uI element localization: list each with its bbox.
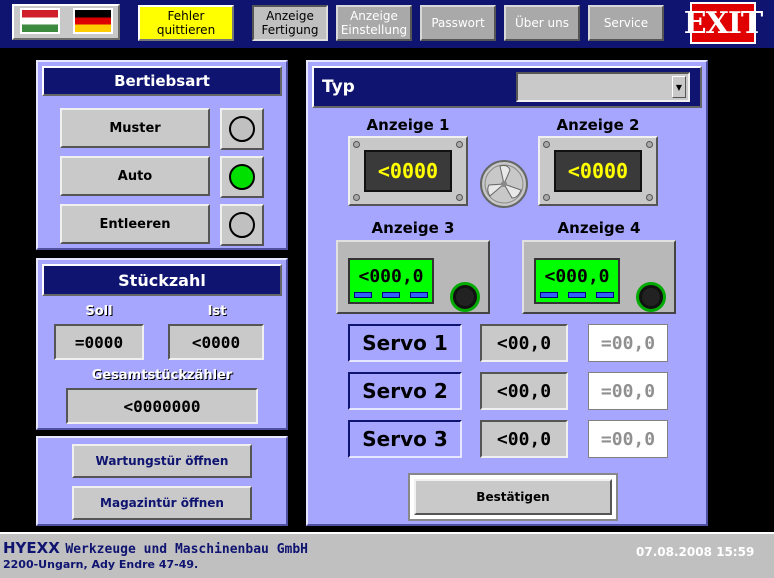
anzeige-4-value: <000,0 xyxy=(544,266,610,287)
servo-1-actual: <00,0 xyxy=(480,324,568,362)
anzeige-1-display: <0000 xyxy=(348,136,468,206)
anzeige-fertigung-button[interactable]: Anzeige Fertigung xyxy=(252,5,328,41)
wartungstuer-button[interactable]: Wartungstür öffnen xyxy=(72,444,252,478)
servo-2-actual: <00,0 xyxy=(480,372,568,410)
anzeige-2-display: <0000 xyxy=(538,136,658,206)
anzeige-4-knob-icon xyxy=(636,282,666,312)
servo-2-setpoint[interactable]: =00,0 xyxy=(588,372,668,410)
muster-button[interactable]: Muster xyxy=(60,108,210,148)
anzeige-2-value: <0000 xyxy=(554,150,642,192)
anzeige-4-label: Anzeige 4 xyxy=(557,219,641,237)
fan-icon xyxy=(480,160,528,208)
company-address: 2200-Ungarn, Ady Endre 47-49. xyxy=(3,558,199,571)
magazintuer-button[interactable]: Magazintür öffnen xyxy=(72,486,252,520)
ist-label: Ist xyxy=(207,304,227,319)
service-button[interactable]: Service xyxy=(588,5,664,41)
entleeren-lamp-icon xyxy=(229,212,255,238)
anzeige-1-value: <0000 xyxy=(364,150,452,192)
servo-2-label: Servo 2 xyxy=(348,372,462,410)
gesamt-label: Gesamtstückzähler xyxy=(91,368,233,383)
muster-lamp-icon xyxy=(229,116,255,142)
muster-lamp-box xyxy=(220,108,264,150)
auto-lamp-box xyxy=(220,156,264,198)
ueber-uns-button[interactable]: Über uns xyxy=(504,5,580,41)
gesamt-value: <0000000 xyxy=(66,388,258,424)
auto-lamp-icon xyxy=(229,164,255,190)
datetime-display: 07.08.2008 15:59 xyxy=(636,545,755,559)
auto-button[interactable]: Auto xyxy=(60,156,210,196)
servo-3-label: Servo 3 xyxy=(348,420,462,458)
servo-3-setpoint[interactable]: =00,0 xyxy=(588,420,668,458)
anzeige-4-display: <000,0 xyxy=(522,240,676,314)
servo-1-label: Servo 1 xyxy=(348,324,462,362)
entleeren-button[interactable]: Entleeren xyxy=(60,204,210,244)
anzeige-3-knob-icon xyxy=(450,282,480,312)
anzeige-1-label: Anzeige 1 xyxy=(366,116,450,134)
typ-dropdown[interactable]: ▼ xyxy=(516,72,690,102)
servo-1-setpoint[interactable]: =00,0 xyxy=(588,324,668,362)
company-rest: Werkzeuge und Maschinenbau GmbH xyxy=(65,542,309,557)
soll-value[interactable]: =0000 xyxy=(54,324,144,360)
servo-3-actual: <00,0 xyxy=(480,420,568,458)
chevron-down-icon[interactable]: ▼ xyxy=(672,76,686,98)
stueckzahl-title: Stückzahl xyxy=(42,264,282,296)
ist-value: <0000 xyxy=(168,324,264,360)
betriebsart-title: Bertiebsart xyxy=(42,66,282,96)
company-brand: HYEXX xyxy=(3,539,60,557)
german-flag-icon[interactable] xyxy=(73,8,113,34)
company-name: HYEXX Werkzeuge und Maschinenbau GmbH xyxy=(3,538,308,557)
anzeige-3-label: Anzeige 3 xyxy=(371,219,455,237)
passwort-button[interactable]: Passwort xyxy=(420,5,496,41)
anzeige-3-value: <000,0 xyxy=(358,266,424,287)
entleeren-lamp-box xyxy=(220,204,264,246)
hungarian-flag-icon[interactable] xyxy=(20,8,60,34)
exit-button[interactable]: EXIT xyxy=(684,2,763,44)
anzeige-einstellung-button[interactable]: Anzeige Einstellung xyxy=(336,5,412,41)
fehler-quittieren-button[interactable]: Fehler quittieren xyxy=(138,5,234,41)
anzeige-2-label: Anzeige 2 xyxy=(556,116,640,134)
bestaetigen-button[interactable]: Bestätigen xyxy=(414,479,612,515)
soll-label: Soll xyxy=(85,304,113,319)
anzeige-3-display: <000,0 xyxy=(336,240,490,314)
